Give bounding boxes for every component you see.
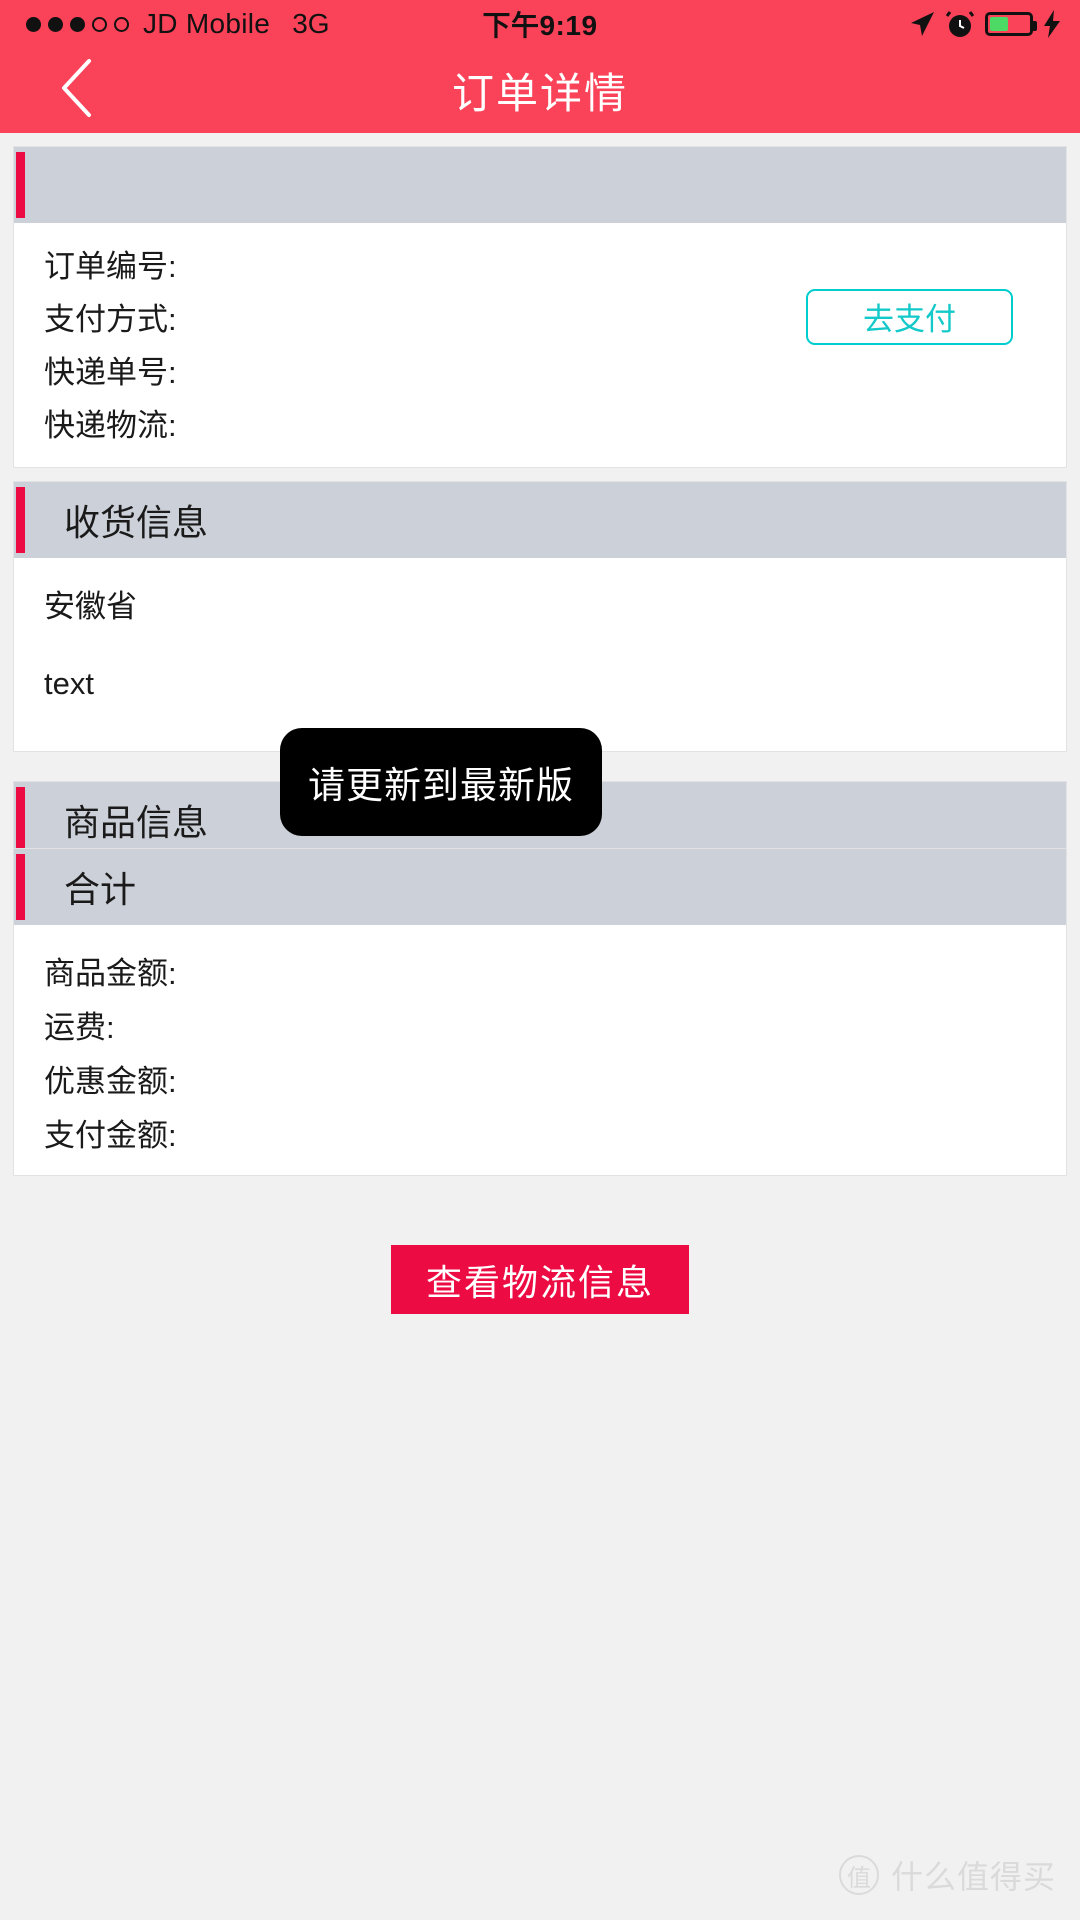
status-bar: JD Mobile 3G 下午9:19: [0, 0, 1080, 48]
goods-amount-label: 商品金额:: [44, 955, 177, 991]
order-row-tracking-number: 快递单号:: [14, 343, 1066, 396]
go-to-pay-label: 去支付: [863, 302, 956, 337]
watermark: 值 什么值得买: [838, 1852, 1056, 1898]
view-logistics-label: 查看物流信息: [425, 1261, 654, 1303]
order-row-payment-method: 支付方式: 去支付: [14, 288, 1066, 345]
shipping-card: 收货信息 安徽省 text: [0, 481, 1080, 752]
chevron-left-icon: [59, 58, 93, 123]
totals-row-discount: 优惠金额:: [14, 1051, 1066, 1105]
order-number-label: 订单编号:: [44, 249, 177, 284]
page-title: 订单详情: [451, 70, 628, 117]
totals-card-header: 合计: [13, 848, 1067, 925]
shipping-detail: text: [44, 666, 94, 701]
go-to-pay-button[interactable]: 去支付: [806, 288, 1013, 345]
cta-container: 查看物流信息: [0, 1245, 1080, 1314]
smzdm-logo-icon: 值: [838, 1855, 879, 1895]
totals-card-body: 商品金额: 运费: 优惠金额: 支付金额:: [13, 925, 1067, 1176]
back-button[interactable]: [46, 58, 106, 123]
watermark-text: 什么值得买: [890, 1859, 1056, 1895]
battery-icon: [985, 12, 1037, 36]
tracking-number-label: 快递单号:: [44, 355, 177, 390]
shipping-fee-label: 运费:: [44, 1009, 115, 1045]
product-card-header-title: 商品信息: [64, 802, 209, 843]
page-content: 订单编号: 支付方式: 去支付 快递单号: 快递物流: 收货信息 安徽省 tex…: [0, 133, 1080, 1920]
shipping-card-header-title: 收货信息: [64, 502, 209, 543]
alarm-clock-icon: [946, 9, 974, 39]
order-card-body: 订单编号: 支付方式: 去支付 快递单号: 快递物流:: [13, 223, 1067, 468]
logistics-label: 快递物流:: [44, 408, 177, 443]
shipping-region: 安徽省: [44, 589, 137, 624]
accent-bar: [16, 487, 25, 553]
view-logistics-button[interactable]: 查看物流信息: [391, 1245, 689, 1314]
status-bar-right: [909, 9, 1060, 39]
discount-label: 优惠金额:: [44, 1063, 177, 1099]
totals-row-goods-amount: 商品金额:: [14, 943, 1066, 997]
totals-card-header-title: 合计: [64, 869, 137, 910]
accent-bar: [16, 152, 25, 218]
charging-bolt-icon: [1044, 10, 1060, 38]
update-toast-message: 请更新到最新版: [308, 765, 574, 806]
location-arrow-icon: [909, 10, 935, 38]
shipping-card-header: 收货信息: [13, 481, 1067, 558]
order-card-header: [13, 146, 1067, 223]
order-row-logistics: 快递物流:: [14, 396, 1066, 449]
paid-amount-label: 支付金额:: [44, 1117, 177, 1153]
payment-method-label: 支付方式:: [44, 302, 177, 337]
shipping-card-body: 安徽省 text: [13, 558, 1067, 752]
app-screen: JD Mobile 3G 下午9:19 订单详情 订单编号: 支付方式: 去支付…: [0, 0, 1080, 1920]
accent-bar: [16, 854, 25, 920]
totals-row-paid-amount: 支付金额:: [14, 1105, 1066, 1159]
navigation-bar: 订单详情: [0, 48, 1080, 133]
order-card: 订单编号: 支付方式: 去支付 快递单号: 快递物流:: [0, 146, 1080, 468]
order-row-number: 订单编号:: [14, 237, 1066, 290]
accent-bar: [16, 787, 25, 853]
totals-row-shipping-fee: 运费:: [14, 997, 1066, 1051]
update-toast: 请更新到最新版: [280, 728, 602, 836]
